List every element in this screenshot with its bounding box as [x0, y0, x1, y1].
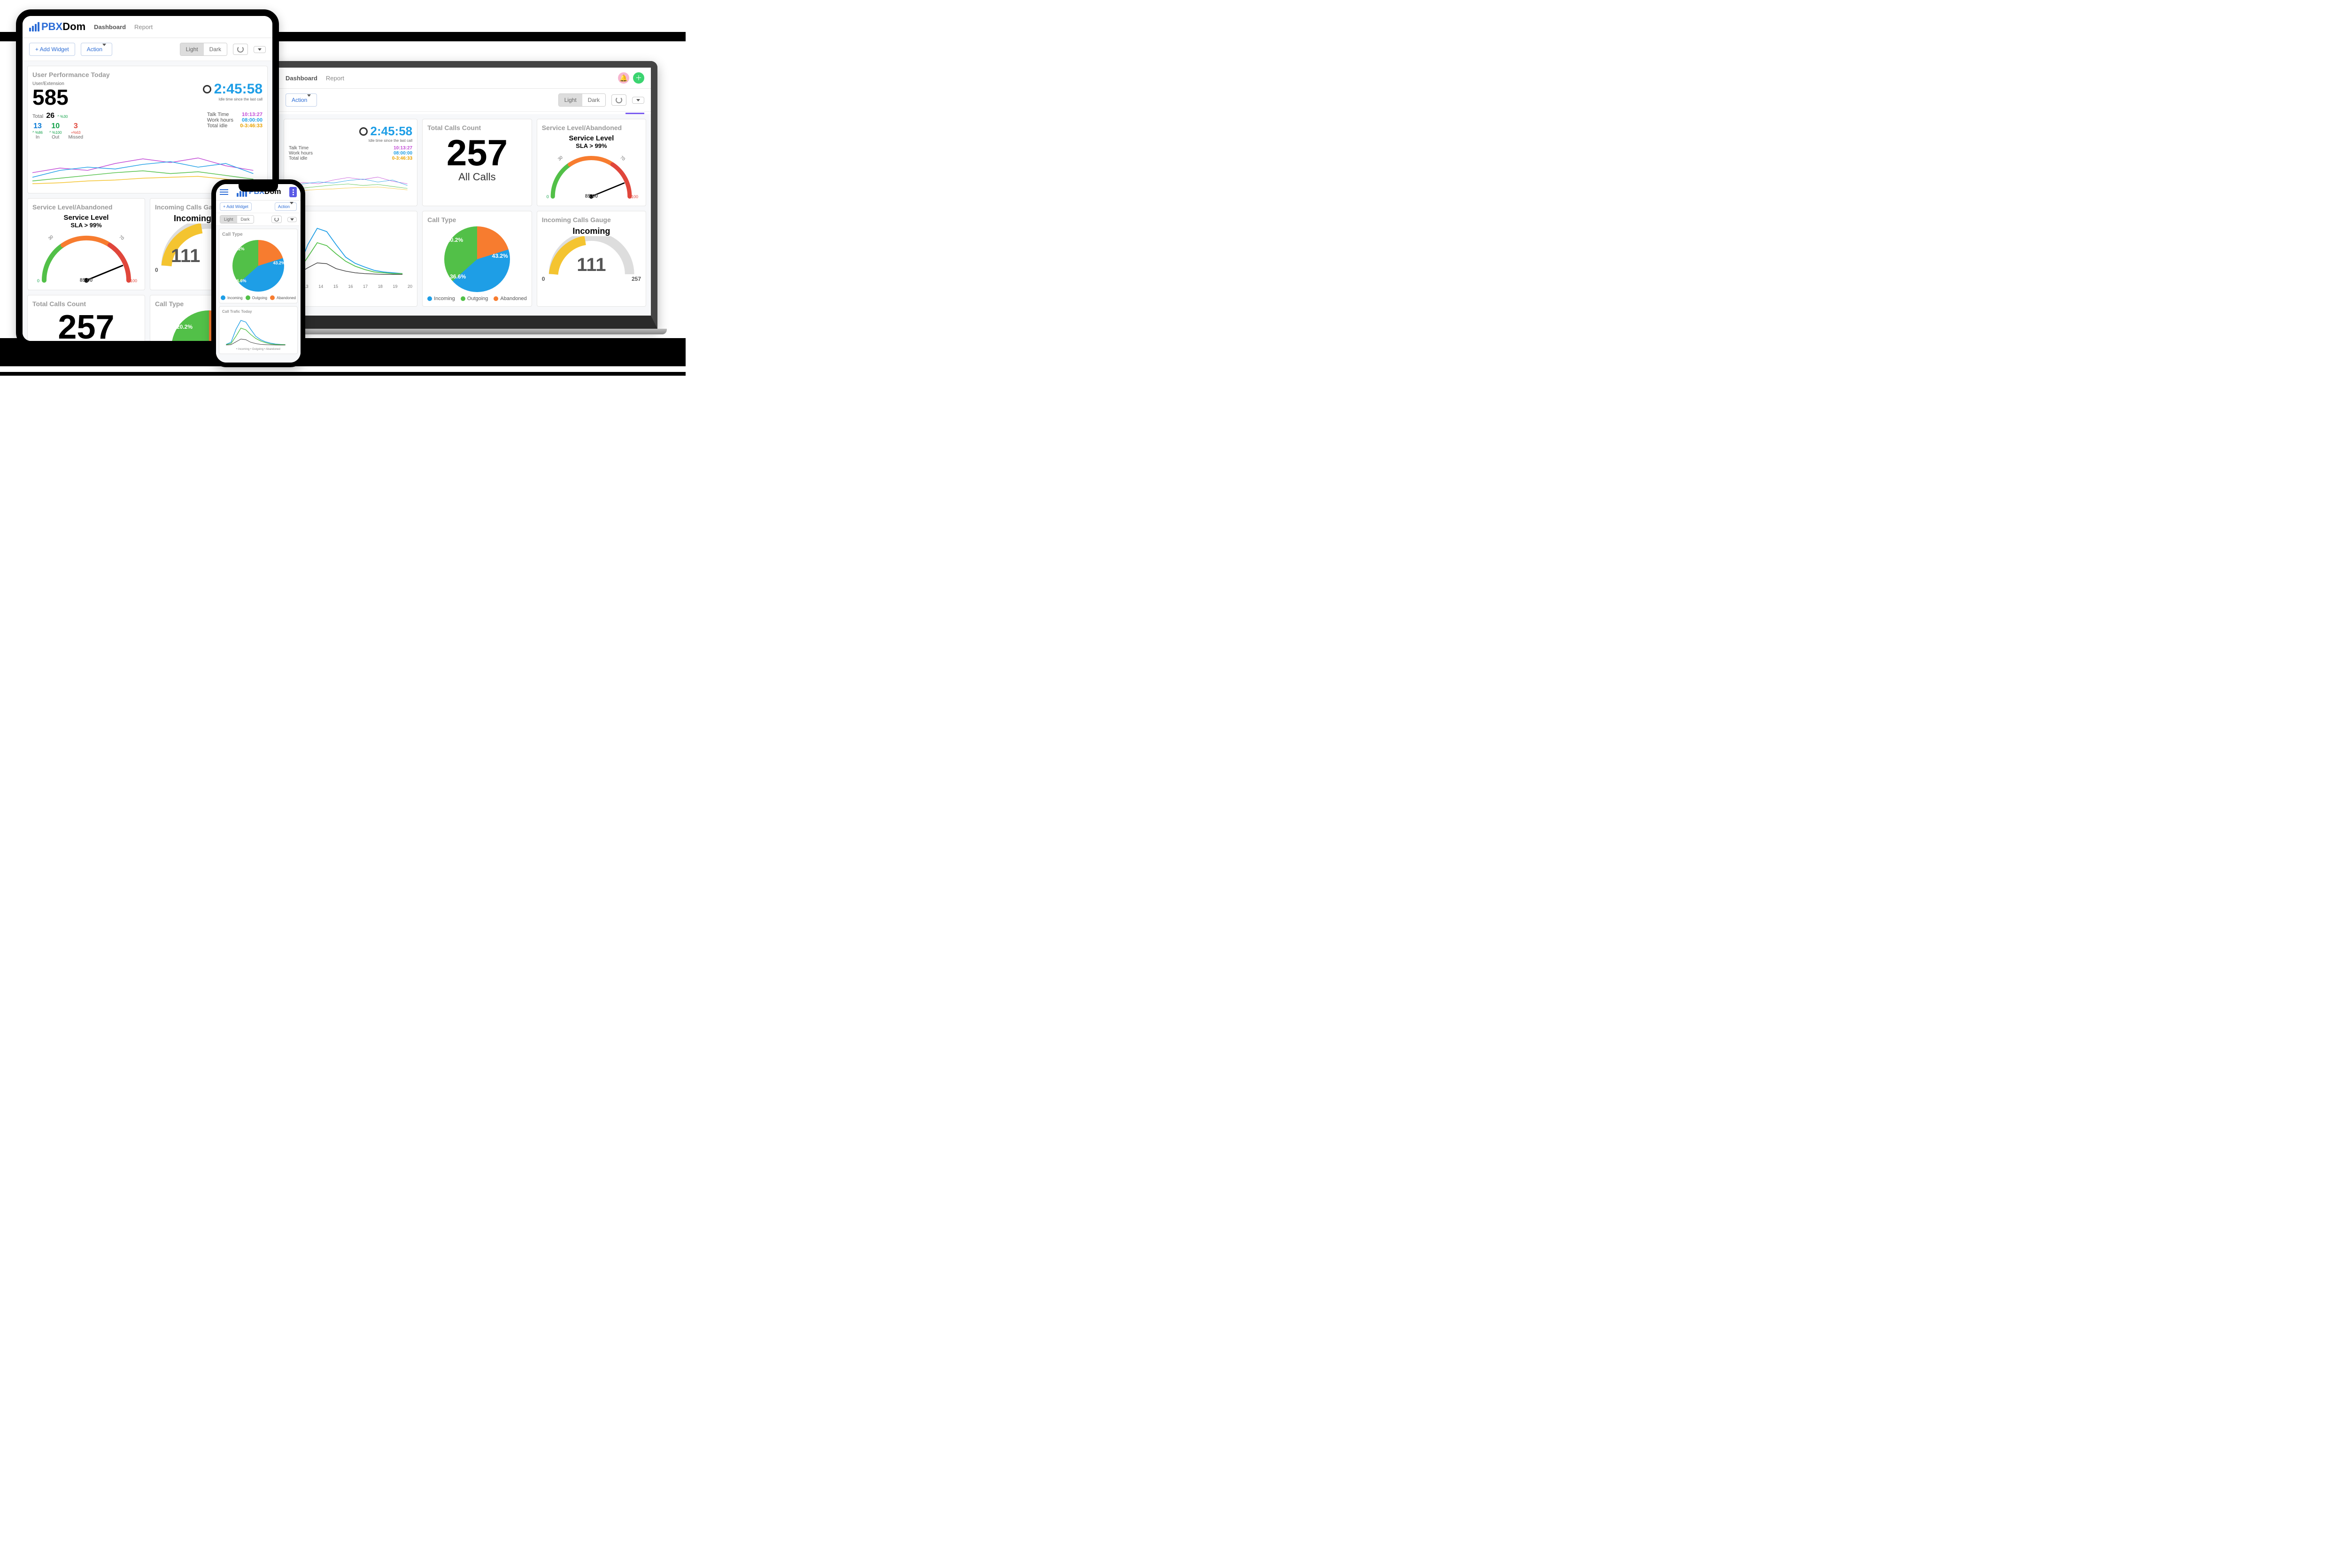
panel-service-level: Service Level/Abandoned Service Level SL… [537, 119, 646, 206]
tablet-toolbar: + Add Widget Action Light Dark [23, 38, 272, 61]
refresh-icon [274, 217, 279, 222]
action-button[interactable]: Action [286, 93, 317, 107]
more-button[interactable] [289, 187, 297, 197]
theme-dark[interactable]: Dark [582, 94, 605, 106]
refresh-menu[interactable] [632, 97, 644, 104]
tablet-topbar: PBXDom Dashboard Report [23, 16, 272, 38]
panel-service-level: Service Level/Abandoned Service Level SL… [27, 198, 145, 290]
refresh-menu[interactable] [254, 46, 266, 53]
plus-icon: ＋ [635, 73, 642, 83]
laptop-device: Dashboard Report 🔔 ＋ Action Light Dark [272, 61, 657, 329]
refresh-menu[interactable] [287, 217, 297, 222]
refresh-button[interactable] [233, 44, 248, 55]
theme-light[interactable]: Light [180, 43, 204, 55]
notifications-button[interactable]: 🔔 [618, 72, 629, 84]
logo: PBXDom [29, 21, 85, 33]
phone-toolbar: + Add Widget Action [216, 201, 301, 213]
traffic-chart [289, 216, 412, 282]
refresh-button[interactable] [271, 216, 282, 223]
add-widget-button[interactable]: + Add Widget [29, 43, 75, 56]
refresh-button[interactable] [611, 94, 626, 106]
laptop-topbar: Dashboard Report 🔔 ＋ [279, 68, 651, 89]
logo-bars-icon [29, 22, 39, 31]
call-type-pie: 20.2% 43.2% 36.6% [427, 226, 527, 292]
panel-user-performance: User Performance Today User/Extension 58… [27, 66, 268, 193]
theme-toggle[interactable]: Light Dark [180, 43, 227, 56]
nav-dashboard[interactable]: Dashboard [286, 75, 317, 82]
call-type-pie: 20.2% 43.2% 36.6% [222, 240, 294, 292]
action-button[interactable]: Action [275, 202, 297, 211]
add-widget-button[interactable]: + Add Widget [220, 202, 252, 211]
action-button[interactable]: Action [81, 43, 112, 56]
idle-note: Idle time since the last call [203, 97, 263, 101]
phone-toolbar-2: Light Dark [216, 213, 301, 226]
caret-down-icon [290, 202, 294, 209]
theme-toggle[interactable]: Light Dark [220, 215, 254, 224]
time-list: Talk Time10:13:27 Work hours08:00:00 Tot… [207, 112, 263, 140]
caret-down-icon [307, 94, 311, 103]
theme-dark[interactable]: Dark [237, 216, 254, 223]
idle-clock: 2:45:58 [214, 81, 263, 97]
phone-device: PBXDom + Add Widget Action Light Dark Ca… [211, 179, 305, 367]
panel-call-traffic: Call Trafic Today • Incoming • Outgoing … [219, 306, 298, 354]
traffic-legend: • Incoming • Outgoing • Abandoned [222, 348, 294, 351]
panel-call-type: Call Type 20.2% 43.2% 36.6% Incoming Out… [219, 229, 298, 303]
bell-icon: 🔔 [619, 74, 627, 82]
add-button[interactable]: ＋ [633, 72, 644, 84]
stopwatch-icon [203, 85, 211, 93]
panel-call-type: Call Type 20.2% 43.2% 36.6% Incoming Out… [422, 211, 532, 307]
sparkline-chart [289, 166, 412, 197]
caret-down-icon [258, 48, 262, 51]
stopwatch-icon [359, 127, 368, 136]
x-axis: 121314151617181920 [289, 284, 412, 289]
laptop-base [263, 329, 667, 334]
nav-report[interactable]: Report [326, 75, 344, 82]
pie-legend: Incoming Outgoing Abandoned [427, 296, 527, 301]
laptop-toolbar: Action Light Dark [279, 89, 651, 112]
panel-total-calls: Total Calls Count 257 All Calls [27, 295, 145, 341]
menu-button[interactable] [220, 189, 228, 195]
refresh-icon [237, 46, 244, 53]
traffic-chart [222, 317, 294, 347]
caret-down-icon [290, 218, 294, 221]
panel-title: User Performance Today [32, 71, 263, 78]
theme-dark[interactable]: Dark [204, 43, 227, 55]
phone-notch [239, 183, 278, 192]
caret-down-icon [102, 44, 106, 53]
panel-total-calls: Total Calls Count 257 All Calls [422, 119, 532, 206]
nav-dashboard[interactable]: Dashboard [94, 23, 126, 31]
ext-value: 585 [32, 86, 69, 108]
theme-light[interactable]: Light [559, 94, 582, 106]
theme-light[interactable]: Light [220, 216, 237, 223]
time-list: Talk Time10:13:27 Work hours08:00:00 Tot… [289, 146, 412, 161]
panel-incoming-gauge: Incoming Calls Gauge Incoming 111 0257 [537, 211, 646, 307]
caret-down-icon [636, 99, 640, 101]
theme-toggle[interactable]: Light Dark [558, 93, 606, 107]
refresh-icon [616, 97, 622, 103]
nav-report[interactable]: Report [134, 23, 153, 31]
pie-legend: Incoming Outgoing Abandoned [222, 295, 294, 300]
